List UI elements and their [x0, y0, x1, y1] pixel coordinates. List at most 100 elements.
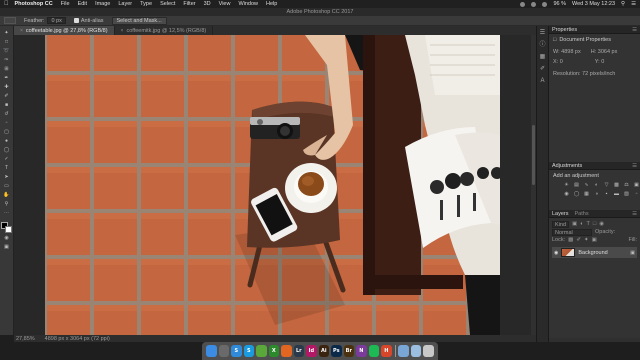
path-selection-tool-icon[interactable]: ➤: [2, 174, 12, 181]
black-white-icon[interactable]: ▣: [633, 182, 640, 188]
gradient-map-icon[interactable]: ▧: [623, 191, 630, 197]
brush-tool-icon[interactable]: ✐: [2, 93, 12, 100]
kind-filter-select[interactable]: Kind: [552, 220, 570, 228]
close-tab-icon[interactable]: ×: [121, 28, 124, 34]
filter-type-icon[interactable]: T: [587, 221, 590, 227]
curves-icon[interactable]: ∿: [583, 182, 590, 188]
blend-mode-select[interactable]: Normal: [552, 228, 592, 236]
screen-mode-icon[interactable]: ▣: [2, 244, 12, 251]
tab-paths[interactable]: Paths: [575, 211, 589, 217]
menu-edit[interactable]: Edit: [78, 1, 87, 7]
downloads-icon[interactable]: [398, 345, 409, 357]
menu-layer[interactable]: Layer: [118, 1, 132, 7]
y-field[interactable]: Y: 0: [595, 59, 605, 65]
battery-label[interactable]: 96 %: [553, 1, 566, 7]
info-panel-icon[interactable]: ⓘ: [539, 42, 546, 49]
document-photo[interactable]: [45, 35, 500, 335]
onenote-icon[interactable]: N: [356, 345, 367, 357]
levels-icon[interactable]: ▤: [573, 182, 580, 188]
filter-adjustment-icon[interactable]: ◐: [580, 221, 583, 227]
history-brush-tool-icon[interactable]: ↺: [2, 111, 12, 118]
threshold-icon[interactable]: ▬: [613, 191, 620, 197]
document-info[interactable]: 4898 px x 3064 px (72 ppi): [45, 336, 110, 342]
menu-window[interactable]: Window: [238, 1, 258, 7]
channel-mixer-icon[interactable]: ◯: [573, 191, 580, 197]
move-tool-icon[interactable]: ✦: [2, 30, 12, 37]
firefox-icon[interactable]: [281, 345, 292, 357]
panel-menu-icon[interactable]: ☰: [632, 163, 637, 169]
clock[interactable]: Wed 3 May 12:23: [572, 1, 615, 7]
brush-panel-icon[interactable]: ✐: [539, 66, 546, 73]
x-field[interactable]: X: 0: [553, 59, 563, 65]
indesign-icon[interactable]: Id: [306, 345, 317, 357]
tab-coffeemitk[interactable]: × coffeemitk.jpg @ 12,5% (RGB/8): [115, 26, 214, 35]
history-panel-icon[interactable]: ☰: [539, 30, 546, 37]
visibility-eye-icon[interactable]: ◉: [554, 250, 558, 256]
menu-select[interactable]: Select: [160, 1, 175, 7]
filter-pixel-icon[interactable]: ▣: [572, 221, 577, 227]
tab-adjustments[interactable]: Adjustments: [552, 163, 582, 169]
invert-icon[interactable]: ◑: [593, 191, 600, 197]
menu-3d[interactable]: 3D: [204, 1, 211, 7]
bridge-icon[interactable]: Br: [343, 345, 355, 357]
menu-view[interactable]: View: [219, 1, 231, 7]
type-tool-icon[interactable]: T: [2, 165, 12, 172]
tab-coffeetable[interactable]: × coffeetable.jpg @ 27,8% (RGB/8): [14, 26, 115, 35]
launchpad-icon[interactable]: [218, 345, 230, 357]
scrollbar-thumb[interactable]: [532, 125, 535, 185]
background-color-swatch[interactable]: [5, 226, 12, 233]
panel-menu-icon[interactable]: ☰: [632, 211, 637, 217]
lightroom-icon[interactable]: Lr: [293, 345, 305, 357]
height-field[interactable]: H: 3064 px: [591, 49, 618, 55]
menu-filter[interactable]: Filter: [183, 1, 195, 7]
healing-brush-tool-icon[interactable]: ✚: [2, 84, 12, 91]
tool-preset-picker[interactable]: [4, 17, 16, 24]
xbox-icon[interactable]: X: [268, 345, 280, 357]
more-tools-icon[interactable]: ⋯: [2, 210, 12, 217]
layer-row[interactable]: ◉ Background ▣: [552, 247, 637, 258]
eyedropper-tool-icon[interactable]: ✒: [2, 75, 12, 82]
photo-filter-icon[interactable]: ◉: [563, 191, 570, 197]
illustrator-icon[interactable]: Ai: [318, 345, 330, 357]
filter-smart-icon[interactable]: ◉: [599, 221, 604, 227]
skype-icon[interactable]: S: [243, 345, 255, 357]
eraser-tool-icon[interactable]: ▫: [2, 120, 12, 127]
width-field[interactable]: W: 4898 px: [553, 49, 581, 55]
select-and-mask-button[interactable]: Select and Mask...: [111, 16, 167, 25]
vibrance-icon[interactable]: ▽: [603, 182, 610, 188]
lasso-tool-icon[interactable]: ➰: [2, 48, 12, 55]
pen-tool-icon[interactable]: ✓: [2, 156, 12, 163]
panel-menu-icon[interactable]: ☰: [632, 27, 637, 33]
menu-file[interactable]: File: [61, 1, 70, 7]
crop-tool-icon[interactable]: ⊞: [2, 66, 12, 73]
app-menu[interactable]: Photoshop CC: [15, 1, 53, 7]
zoom-tool-icon[interactable]: ⚲: [2, 201, 12, 208]
lock-paint-icon[interactable]: ✐: [576, 237, 581, 243]
lock-all-icon[interactable]: ▣: [592, 237, 597, 243]
shape-tool-icon[interactable]: ▭: [2, 183, 12, 190]
antialias-checkbox[interactable]: Anti-alias: [73, 18, 104, 24]
hand-tool-icon[interactable]: ✋: [2, 192, 12, 199]
zoom-level[interactable]: 27,85%: [16, 336, 35, 342]
color-lookup-icon[interactable]: ▦: [583, 191, 590, 197]
clone-stamp-tool-icon[interactable]: ■: [2, 102, 12, 109]
quick-select-tool-icon[interactable]: ✑: [2, 57, 12, 64]
trash-icon[interactable]: [423, 345, 434, 357]
menu-image[interactable]: Image: [95, 1, 110, 7]
menu-type[interactable]: Type: [140, 1, 152, 7]
documents-icon[interactable]: [410, 345, 422, 357]
selective-color-icon[interactable]: ▫: [633, 191, 640, 197]
lock-pixels-icon[interactable]: ▩: [568, 237, 573, 243]
photoshop-icon[interactable]: Ps: [331, 345, 342, 357]
menu-help[interactable]: Help: [266, 1, 277, 7]
quick-mask-icon[interactable]: ◉: [2, 235, 12, 242]
marquee-tool-icon[interactable]: □: [2, 39, 12, 46]
list-icon[interactable]: ☰: [631, 1, 636, 7]
search-icon[interactable]: ⚲: [621, 1, 625, 7]
bluetooth-icon[interactable]: [531, 1, 537, 7]
spotify-icon[interactable]: [368, 345, 380, 357]
finder-icon[interactable]: [206, 345, 217, 357]
apple-menu-icon[interactable]: : [4, 1, 9, 7]
evernote-icon[interactable]: [256, 345, 267, 357]
exposure-icon[interactable]: ◐: [593, 182, 600, 188]
